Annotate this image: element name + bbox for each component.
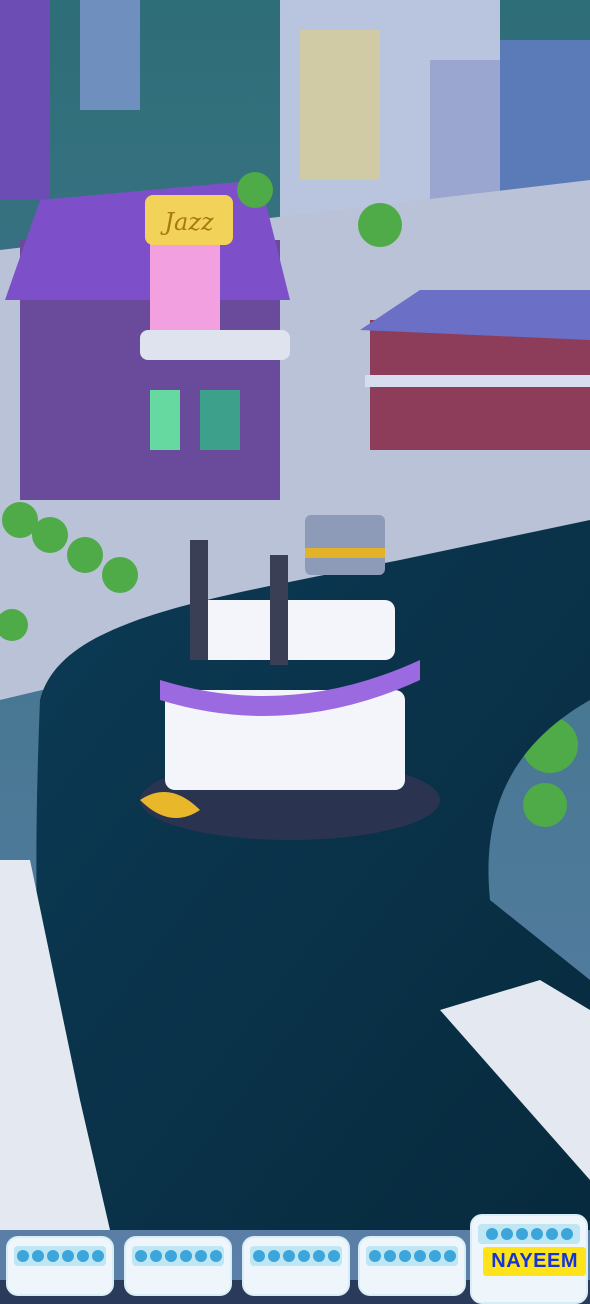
card-progress <box>366 1246 458 1266</box>
card-progress <box>14 1246 106 1266</box>
card-progress <box>132 1246 224 1266</box>
card-slot-4[interactable] <box>358 1236 466 1296</box>
card-slot-1[interactable] <box>6 1236 114 1296</box>
card-progress <box>250 1246 342 1266</box>
card-slot-3[interactable] <box>242 1236 350 1296</box>
riverside-building <box>360 290 590 450</box>
game-scene[interactable]: Jazz <box>0 0 590 1280</box>
watermark: NAYEEM <box>483 1247 586 1276</box>
jazz-club-building: Jazz <box>5 180 290 500</box>
jazz-sign-text: Jazz <box>159 208 214 236</box>
card-progress <box>478 1224 580 1244</box>
card-slot-2[interactable] <box>124 1236 232 1296</box>
